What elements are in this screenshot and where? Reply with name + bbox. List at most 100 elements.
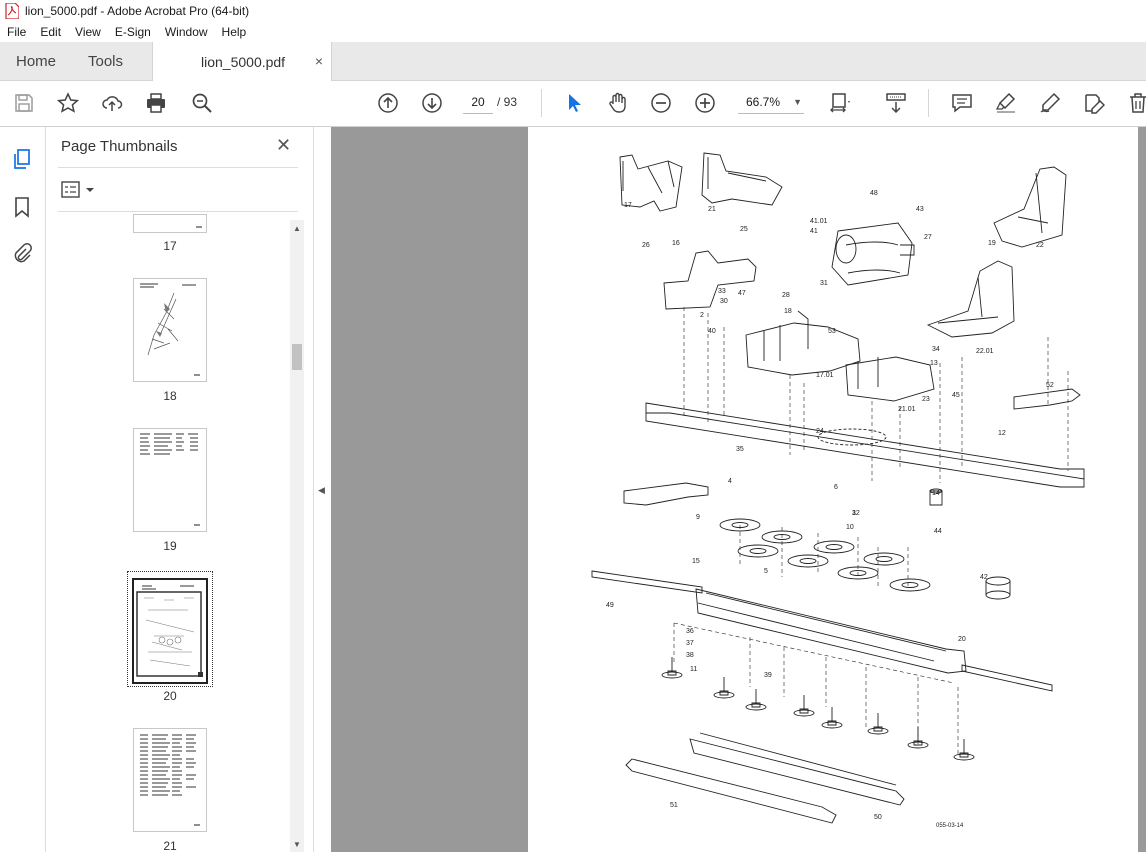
scroll-thumb[interactable]	[292, 344, 302, 370]
thumbnail-page-18[interactable]	[133, 278, 207, 382]
document-view[interactable]: 17 21 22 16 48 43 41.01 41 27 25 26 19 28 31 2 40 18 33 30…	[331, 127, 1146, 852]
toolbar	[0, 81, 1146, 127]
part-label: 26	[642, 242, 650, 249]
part-label: 21	[708, 206, 716, 213]
part-label: 4	[728, 478, 732, 485]
tab-document[interactable]: lion_5000.pdf ×	[152, 42, 332, 81]
thumbnail-label: 20	[163, 689, 177, 703]
part-label: 24	[816, 428, 824, 435]
zoom-select[interactable]: 66.7% ▼	[738, 91, 804, 114]
zoom-out-icon[interactable]	[647, 89, 675, 117]
part-label: 27	[924, 234, 932, 241]
part-label: 15	[692, 558, 700, 565]
part-label: 49	[606, 602, 614, 609]
part-label: 1	[852, 510, 856, 517]
attachments-icon[interactable]	[10, 241, 34, 265]
thumbnails-panel: Page Thumbnails ✕ 17 18 19 20 21 ▲ ▼	[46, 127, 312, 853]
thumbnail-label: 17	[163, 239, 177, 253]
part-label: 53	[828, 328, 836, 335]
part-label: 41	[810, 228, 818, 235]
thumbnail-options-menu[interactable]	[61, 180, 101, 200]
part-label: 10	[846, 524, 854, 531]
save-icon[interactable]	[10, 89, 38, 117]
panel-close-icon[interactable]: ✕	[276, 135, 291, 156]
part-label: 28	[782, 292, 790, 299]
left-nav-rail	[0, 127, 46, 852]
part-label: 9	[696, 514, 700, 521]
part-label: 51	[670, 802, 678, 809]
page-thumbnails-icon[interactable]	[10, 147, 34, 171]
thumbnail-label: 18	[163, 389, 177, 403]
sign-icon[interactable]	[1036, 89, 1064, 117]
thumbnail-label: 19	[163, 539, 177, 553]
drawing-code: 055-03-14	[936, 823, 964, 829]
thumbnail-page-20[interactable]	[132, 578, 208, 684]
part-label: 16	[672, 240, 680, 247]
scroll-down-icon[interactable]: ▼	[293, 840, 301, 849]
tab-bar: Home Tools lion_5000.pdf ×	[0, 42, 1146, 81]
panel-collapse-handle[interactable]: ◀	[313, 127, 332, 852]
menu-edit[interactable]: Edit	[33, 25, 68, 39]
chevron-down-icon: ▼	[793, 97, 802, 107]
thumbnails-scrollbar[interactable]: ▲ ▼	[290, 220, 304, 852]
page-down-icon[interactable]	[418, 89, 446, 117]
window-title: lion_5000.pdf - Adobe Acrobat Pro (64-bi…	[25, 4, 250, 18]
menu-help[interactable]: Help	[215, 25, 254, 39]
menu-view[interactable]: View	[68, 25, 108, 39]
menu-file[interactable]: File	[0, 25, 33, 39]
bookmark-star-icon[interactable]	[54, 89, 82, 117]
part-label: 35	[736, 446, 744, 453]
fit-page-icon[interactable]	[826, 89, 854, 117]
part-label: 36	[686, 628, 694, 635]
part-label: 5	[764, 568, 768, 575]
part-label: 11	[690, 666, 697, 673]
menu-esign[interactable]: E-Sign	[108, 25, 158, 39]
thumbnail-page-17[interactable]	[133, 214, 207, 233]
part-label: 13	[930, 360, 938, 367]
hand-icon[interactable]	[604, 89, 632, 117]
part-label: 14	[932, 490, 940, 497]
highlight-icon[interactable]	[992, 89, 1020, 117]
edit-pdf-icon[interactable]	[1080, 89, 1108, 117]
upload-icon[interactable]	[98, 89, 126, 117]
scroll-up-icon[interactable]: ▲	[293, 224, 301, 233]
part-label: 19	[988, 240, 996, 247]
select-cursor-icon[interactable]	[560, 89, 588, 117]
part-label: 22.01	[976, 348, 994, 355]
page-number-input[interactable]: 20	[463, 91, 493, 114]
zoom-in-icon[interactable]	[691, 89, 719, 117]
page-up-icon[interactable]	[374, 89, 402, 117]
part-label: 12	[998, 430, 1006, 437]
part-label: 17.01	[816, 372, 834, 379]
toolbar-divider	[541, 89, 542, 117]
document-scrollbar[interactable]	[1138, 127, 1146, 852]
tab-close-icon[interactable]: ×	[315, 53, 323, 69]
comment-icon[interactable]	[948, 89, 976, 117]
tab-home[interactable]: Home	[16, 42, 56, 80]
part-label: 45	[952, 392, 960, 399]
toolbar-divider	[928, 89, 929, 117]
bookmarks-icon[interactable]	[10, 195, 34, 219]
thumbnail-label: 21	[163, 839, 177, 853]
part-label: 34	[932, 346, 940, 353]
exploded-parts-drawing: 17212216484341.0141272526 192831240183330…	[591, 152, 1085, 829]
part-label: 23	[922, 396, 930, 403]
part-label: 18	[784, 308, 792, 315]
scroll-mode-icon[interactable]	[882, 89, 910, 117]
part-label: 21.01	[898, 406, 916, 413]
divider	[58, 211, 298, 212]
acrobat-pdf-icon	[5, 3, 19, 19]
part-label: 48	[870, 190, 878, 197]
menu-window[interactable]: Window	[158, 25, 215, 39]
search-zoom-icon[interactable]	[188, 89, 216, 117]
part-label: 41.01	[810, 218, 828, 225]
part-label: 37	[686, 640, 694, 647]
delete-icon[interactable]	[1124, 89, 1146, 117]
tab-tools[interactable]: Tools	[88, 42, 123, 80]
thumbnail-page-19[interactable]	[133, 428, 207, 532]
part-label: 33	[718, 288, 726, 295]
print-icon[interactable]	[142, 89, 170, 117]
part-label: 6	[834, 484, 838, 491]
part-label: 17	[624, 202, 632, 209]
thumbnail-page-21[interactable]	[133, 728, 207, 832]
